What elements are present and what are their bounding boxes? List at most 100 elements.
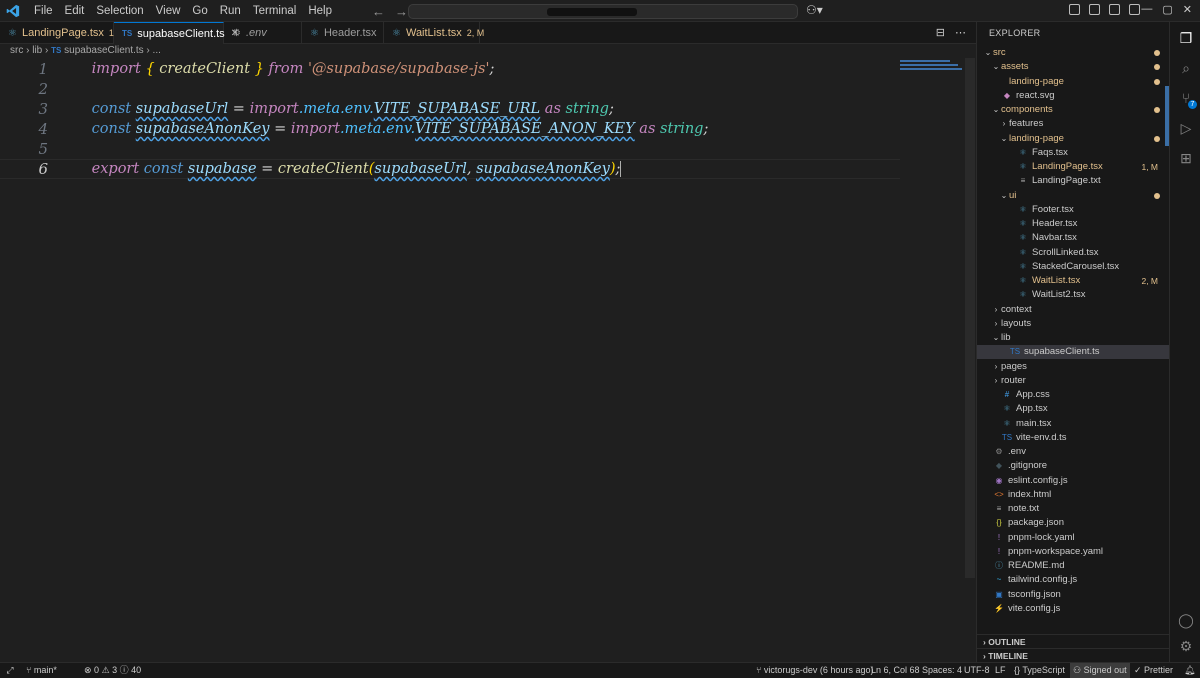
tree-item[interactable]: ⚛ main.tsx [977,417,1170,431]
customize-layout-icon[interactable] [1129,4,1140,15]
minimize-icon[interactable]: — [1141,3,1152,16]
menu-selection[interactable]: Selection [90,0,149,22]
tree-item-label: pages [1001,360,1027,372]
tree-item[interactable]: <> index.html [977,488,1170,502]
code-editor[interactable]: 1 import { createClient } from '@supabas… [0,58,965,662]
end-of-line[interactable]: LF [995,663,1006,678]
problems-indicator[interactable]: ⊗ 0 ⚠ 3 ⓘ 40 [84,663,141,678]
more-actions-icon[interactable]: ⋯ [955,26,966,39]
tree-item[interactable]: # App.css [977,388,1170,402]
tab-waitlist[interactable]: ⚛ WaitList.tsx 2, M [384,22,484,44]
tree-item[interactable]: ⚛ Footer.tsx [977,203,1170,217]
menu-view[interactable]: View [150,0,187,22]
tree-item[interactable]: ⚛ WaitList2.tsx [977,288,1170,302]
git-blame[interactable]: ⑂ victorugs-dev (6 hours ago) [756,663,873,678]
tree-item[interactable]: ! pnpm-workspace.yaml [977,545,1170,559]
tab-env[interactable]: ⚙ .env [224,22,302,44]
tree-item[interactable]: ⚛ WaitList.tsx 2, M [977,274,1170,288]
breadcrumb-src[interactable]: src [10,45,23,56]
minimap[interactable] [900,60,966,74]
menu-terminal[interactable]: Terminal [247,0,302,22]
split-editor-icon[interactable]: ⊟ [936,26,945,39]
identifier: createClient [159,61,251,77]
back-arrow-icon[interactable]: ← [372,4,385,19]
copilot-status[interactable]: ⚇ Signed out [1070,663,1130,678]
tree-item[interactable]: ⌄ src [977,46,1170,60]
tree-item[interactable]: ◆ react.svg [977,89,1170,103]
tree-item[interactable]: ⚛ StackedCarousel.tsx [977,260,1170,274]
menu-edit[interactable]: Edit [59,0,91,22]
tree-item[interactable]: ◆ .gitignore [977,459,1170,473]
tree-item[interactable]: ≡ note.txt [977,502,1170,516]
tree-item[interactable]: ⚙ .env [977,445,1170,459]
toggle-secondary-sidebar-icon[interactable] [1109,4,1120,15]
tab-landingpage[interactable]: ⚛ LandingPage.tsx 1, M [0,22,126,44]
tree-item[interactable]: ⌄ landing-page [977,132,1170,146]
tree-item[interactable]: ⚡ vite.config.js [977,602,1170,616]
tree-item[interactable]: ▣ tsconfig.json [977,588,1170,602]
toggle-primary-sidebar-icon[interactable] [1069,4,1080,15]
menu-help[interactable]: Help [302,0,338,22]
tree-item[interactable]: ⌄ assets [977,60,1170,74]
encoding[interactable]: UTF-8 [964,663,990,678]
tab-header[interactable]: ⚛ Header.tsx [302,22,384,44]
run-debug-icon[interactable]: ▷ [1178,120,1194,136]
tree-item[interactable]: ⓘ README.md [977,559,1170,573]
tree-item[interactable]: ⌄ ui [977,189,1170,203]
forward-arrow-icon[interactable]: → [395,4,408,19]
tree-item-label: Footer.tsx [1032,203,1074,215]
explorer-icon[interactable]: ❐ [1178,30,1194,46]
maximize-icon[interactable]: ▢ [1162,3,1172,16]
tree-item[interactable]: ⚛ Faqs.tsx [977,146,1170,160]
tree-item[interactable]: › context [977,303,1170,317]
extensions-icon[interactable]: ⊞ [1178,150,1194,166]
copilot-icon[interactable]: ⚇▾ [806,3,828,19]
tree-item[interactable]: ◉ eslint.config.js [977,474,1170,488]
tree-item[interactable]: ⚛ Header.tsx [977,217,1170,231]
source-control-icon[interactable]: ⑂ 7 [1178,90,1197,109]
tree-item[interactable]: ⚛ LandingPage.tsx 1, M [977,160,1170,174]
prettier-status[interactable]: ✓ Prettier [1134,663,1173,678]
tree-item[interactable]: › pages [977,360,1170,374]
indentation[interactable]: Spaces: 4 [922,663,962,678]
close-window-icon[interactable]: ✕ [1183,3,1192,16]
menu-file[interactable]: File [28,0,59,22]
tree-item[interactable]: TS vite-env.d.ts [977,431,1170,445]
ts-file-icon: TS [1001,432,1013,442]
menu-go[interactable]: Go [186,0,213,22]
tree-item[interactable]: ⚛ Navbar.tsx [977,231,1170,245]
tree-item-label: Navbar.tsx [1032,232,1077,244]
tree-item[interactable]: › router [977,374,1170,388]
timeline-section[interactable]: › TIMELINE [977,648,1170,662]
account-icon[interactable]: ◯ [1178,612,1194,628]
notifications-bell-icon[interactable]: 🔔︎ [1184,663,1195,678]
tree-item[interactable]: ⌄ components [977,103,1170,117]
editor-scrollbar[interactable] [965,58,975,578]
tree-item[interactable]: landing-page [977,75,1170,89]
tree-item[interactable]: ! pnpm-lock.yaml [977,531,1170,545]
tree-item[interactable]: ⌄ lib [977,331,1170,345]
language-mode[interactable]: {} TypeScript [1014,663,1065,678]
tree-item[interactable]: {} package.json [977,516,1170,530]
tree-item[interactable]: ⚛ App.tsx [977,402,1170,416]
tab-supabaseclient[interactable]: TS supabaseClient.ts ✕ [114,22,239,44]
search-icon[interactable]: ⌕ [1178,60,1194,76]
info-file-icon: ⓘ [995,561,1003,570]
tree-item[interactable]: ≡ LandingPage.txt [977,174,1170,188]
tree-item[interactable]: ~ tailwind.config.js [977,573,1170,587]
remote-icon[interactable]: ⤢ [0,663,20,678]
git-branch[interactable]: ⑂ main* [26,663,57,678]
cursor-position[interactable]: Ln 6, Col 68 [871,663,920,678]
breadcrumb-lib[interactable]: lib [32,45,42,56]
tree-item[interactable]: › features [977,117,1170,131]
variable: supabase [187,161,257,177]
tree-item[interactable]: ⚛ ScrollLinked.tsx [977,246,1170,260]
tree-item[interactable]: › layouts [977,317,1170,331]
window-controls: — ▢ ✕ [1141,3,1192,16]
tree-item[interactable]: TS supabaseClient.ts [977,345,1170,360]
toggle-panel-icon[interactable] [1089,4,1100,15]
outline-section[interactable]: › OUTLINE [977,634,1170,648]
settings-gear-icon[interactable]: ⚙ [1178,638,1194,654]
menu-run[interactable]: Run [214,0,247,22]
command-center-search[interactable] [408,4,798,19]
